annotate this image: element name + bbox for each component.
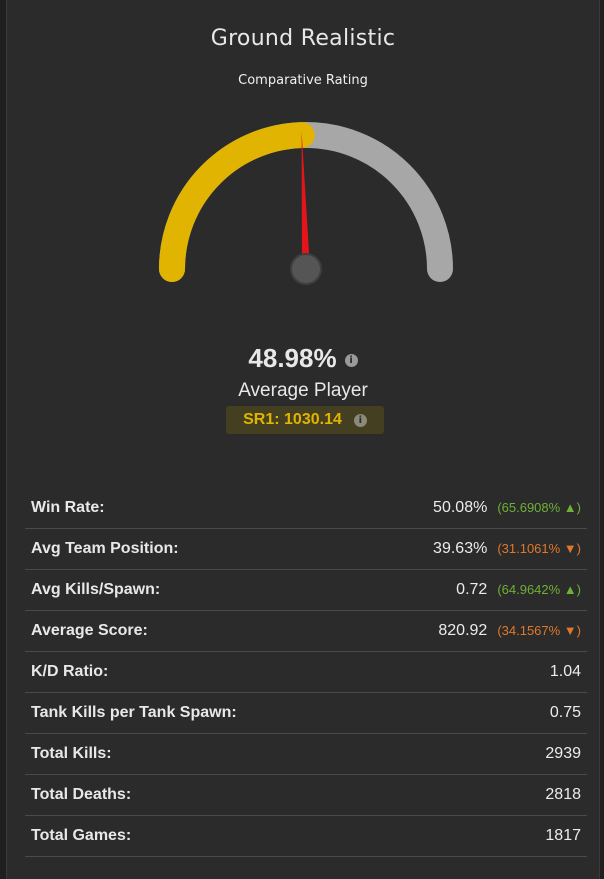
stat-label: Avg Kills/Spawn: [25, 569, 349, 611]
stat-row: Total Games: 1817 [25, 815, 587, 857]
sr1-info-icon[interactable]: i [353, 413, 367, 427]
stat-row: Total Deaths: 2818 [25, 774, 587, 816]
stat-delta: (34.1567% ▼) [497, 623, 581, 638]
stat-delta: (65.6908% ▲) [497, 500, 581, 515]
stat-value-cell: 1817 [348, 815, 587, 857]
stat-value-cell: 820.92 (34.1567% ▼) [348, 610, 587, 652]
stat-row: Average Score: 820.92 (34.1567% ▼) [25, 610, 587, 652]
stat-label: Total Deaths: [25, 774, 349, 816]
stat-row: K/D Ratio: 1.04 [25, 651, 587, 693]
gauge-hub [290, 253, 322, 285]
stat-value: 820.92 [438, 622, 488, 639]
stat-delta: (64.9642% ▲) [497, 582, 581, 597]
stat-value-cell: 0.72 (64.9642% ▲) [348, 569, 587, 611]
rating-percent: 48.98% [248, 343, 337, 373]
stat-value: 2818 [545, 786, 581, 803]
player-class: Average Player [238, 380, 368, 401]
stats-table: Win Rate: 50.08% (65.6908% ▲) Avg Team Posi… [25, 488, 587, 857]
stat-row: Avg Kills/Spawn: 0.72 (64.9642% ▲) [25, 569, 587, 611]
stat-label: Win Rate: [25, 488, 349, 529]
stat-value-cell: 0.75 [348, 692, 587, 734]
stat-value-cell: 2818 [348, 774, 587, 816]
stat-label: Tank Kills per Tank Spawn: [25, 692, 349, 734]
sr1-value: SR1: 1030.14 [243, 411, 342, 428]
stat-value-cell: 39.63% (31.1061% ▼) [348, 528, 587, 570]
stat-value-cell: 2939 [348, 733, 587, 775]
gauge-fill [159, 122, 315, 282]
stat-label: Avg Team Position: [25, 528, 349, 570]
stat-value: 2939 [545, 745, 581, 762]
rating-gauge [159, 122, 453, 285]
stat-row: Win Rate: 50.08% (65.6908% ▲) [25, 488, 587, 529]
stat-label: Total Games: [25, 815, 349, 857]
stat-label: Average Score: [25, 610, 349, 652]
stat-value: 1817 [545, 827, 581, 844]
stat-label: Total Kills: [25, 733, 349, 775]
stat-value: 1.04 [549, 663, 581, 680]
stat-value-cell: 1.04 [348, 651, 587, 693]
stat-value: 0.75 [549, 704, 581, 721]
gauge-needle [301, 131, 310, 270]
stat-value: 0.72 [456, 581, 488, 598]
stat-row: Tank Kills per Tank Spawn: 0.75 [25, 692, 587, 734]
info-icon[interactable]: i [344, 353, 358, 367]
sr1-badge: SR1: 1030.14 i [226, 406, 384, 434]
stat-row: Total Kills: 2939 [25, 733, 587, 775]
rating-percent-row: 48.98% i [7, 343, 599, 374]
stat-value: 39.63% [433, 540, 488, 557]
stat-delta: (31.1061% ▼) [497, 541, 581, 556]
stat-value: 50.08% [433, 499, 488, 516]
stat-label: K/D Ratio: [25, 651, 349, 693]
stat-row: Avg Team Position: 39.63% (31.1061% ▼) [25, 528, 587, 570]
rating-card: Ground Realistic Comparative Rating 48.9… [6, 0, 600, 879]
stat-value-cell: 50.08% (65.6908% ▲) [348, 488, 587, 529]
